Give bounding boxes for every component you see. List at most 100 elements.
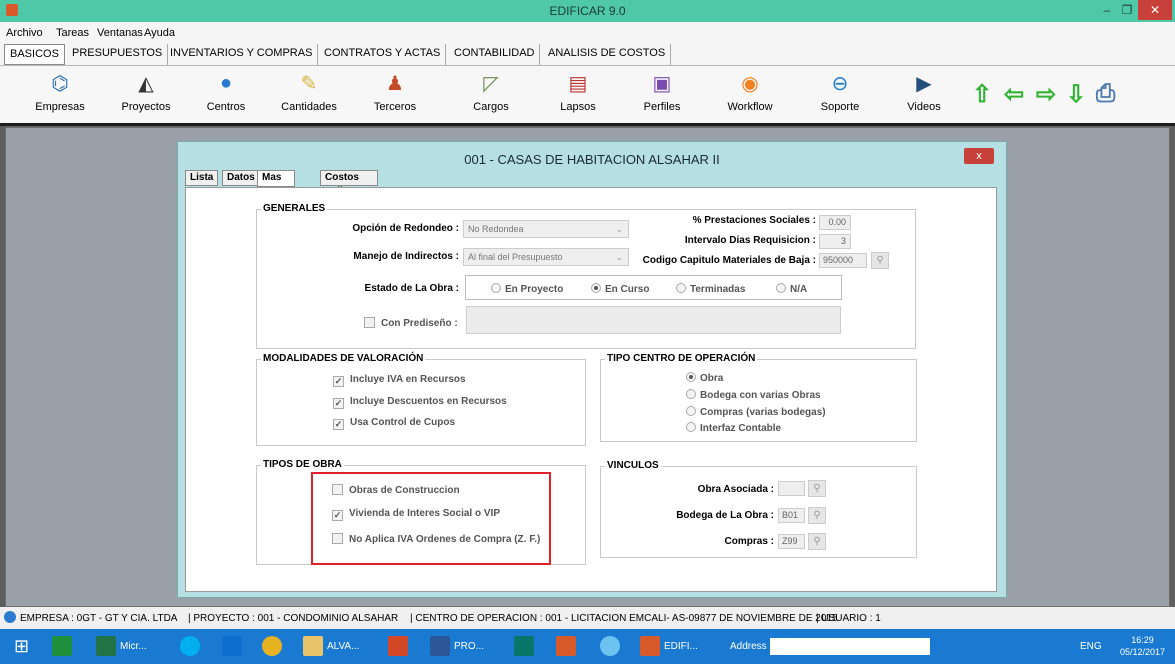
fox-icon[interactable] [556,632,580,661]
obra-asociada-field[interactable] [778,481,805,496]
publisher-icon[interactable] [514,632,538,661]
arrow-up-icon[interactable]: ⇧ [972,80,992,109]
tab-inventarios[interactable]: INVENTARIOS Y COMPRAS [165,44,319,65]
tool-perfiles[interactable]: ▣ Perfiles [622,70,702,114]
workflow-icon: ◉ [741,72,759,95]
tab-contabilidad[interactable]: CONTABILIDAD [449,44,541,65]
radio-na[interactable]: N/A [776,283,807,295]
menu-tareas[interactable]: Tareas [56,27,89,39]
tab-mas-datos[interactable]: Mas Datos [257,170,295,197]
taskbar: ⊞ Micr... ALVA... PRO... EDIFI... Addres… [0,629,1175,664]
radio-interfaz[interactable]: Interfaz Contable [686,422,781,434]
status-bar: EMPRESA : 0GT - GT Y CIA. LTDA | PROYECT… [0,607,1175,629]
dialog-close-button[interactable]: x [964,148,994,164]
radio-en-curso[interactable]: En Curso [591,283,649,295]
edificar-icon [640,636,660,657]
taskbar-edificar[interactable]: EDIFI... [640,632,698,661]
descuentos-checkbox[interactable]: ✓ Incluye Descuentos en Recursos [333,396,507,409]
control-cupos-checkbox[interactable]: ✓ Usa Control de Cupos [333,417,455,430]
arrow-left-icon[interactable]: ⇦ [1004,80,1024,109]
globe-icon [4,611,16,623]
arrow-down-icon[interactable]: ⇩ [1066,80,1086,109]
redondeo-label: Opción de Redondeo : [352,223,459,234]
search-icon[interactable]: ⚲ [808,533,826,550]
taskbar-folder[interactable]: ALVA... [303,632,359,661]
print-icon[interactable]: ⎙ [1096,80,1115,108]
windows-start-icon[interactable]: ⊞ [14,632,29,661]
address-input[interactable] [770,638,930,655]
tab-basicos[interactable]: BASICOS [4,44,65,65]
menu-ventanas[interactable]: Ventanas [97,27,143,39]
codigo-field[interactable]: 950000 [819,253,867,268]
tool-proyectos[interactable]: ◭ Proyectos [106,70,186,114]
prestaciones-field[interactable]: 0.00 [819,215,851,230]
skype-icon[interactable] [180,632,204,661]
menu-ayuda[interactable]: Ayuda [144,27,175,39]
tab-lista[interactable]: Lista [185,170,219,186]
dish-icon: ◸ [483,72,499,95]
menu-archivo[interactable]: Archivo [6,27,43,39]
ie-icon[interactable] [600,632,624,661]
indirectos-label: Manejo de Indirectos : [353,251,459,262]
project-dialog: 001 - CASAS DE HABITACION ALSAHAR II x L… [177,141,1007,598]
highlight-box [311,472,551,565]
radio-en-proyecto[interactable]: En Proyecto [491,283,563,295]
intervalo-field[interactable]: 3 [819,234,851,249]
tool-soporte[interactable]: ⊖ Soporte [800,70,880,114]
radio-bodega[interactable]: Bodega con varias Obras [686,389,821,401]
modalidades-title: MODALIDADES DE VALORACIÓN [261,353,426,364]
restore-button[interactable]: ❐ [1114,0,1140,20]
taskbar-word[interactable]: PRO... [430,632,484,661]
prediseno-checkbox[interactable]: Con Prediseño : [364,317,458,329]
tab-analisis[interactable]: ANALISIS DE COSTOS [543,44,672,65]
close-button[interactable]: ✕ [1138,0,1172,20]
store-icon[interactable] [52,632,76,661]
main-tabs: BASICOS PRESUPUESTOS INVENTARIOS Y COMPR… [0,42,1175,66]
chrome-icon[interactable] [262,632,286,661]
search-icon[interactable]: ⚲ [871,252,889,269]
status-usuario: | USUARIO : 1 [816,613,881,624]
status-centro: | CENTRO DE OPERACION : 001 - LICITACION… [410,613,838,624]
tab-presupuestos[interactable]: PRESUPUESTOS [67,44,169,65]
redondeo-select[interactable]: No Redondea ⌄ [463,220,629,238]
tab-contratos[interactable]: CONTRATOS Y ACTAS [319,44,447,65]
search-icon[interactable]: ⚲ [808,507,826,524]
status-empresa: EMPRESA : 0GT - GT Y CIA. LTDA [20,613,178,624]
compras-field[interactable]: Z99 [778,534,805,549]
powerpoint-icon[interactable] [388,632,412,661]
search-icon[interactable]: ⚲ [808,480,826,497]
globe-icon: ● [219,71,233,94]
tool-empresas[interactable]: ⌬ Empresas [20,70,100,114]
arrow-right-icon[interactable]: ⇨ [1036,80,1056,109]
support-icon: ⊖ [831,72,849,95]
prestaciones-label: % Prestaciones Sociales : [692,215,816,226]
tool-videos[interactable]: ▶ Videos [884,70,964,114]
tab-datos[interactable]: Datos [222,170,260,186]
building-icon: ◭ [138,72,154,95]
tipos-obra-title: TIPOS DE OBRA [261,459,344,470]
codigo-label: Codigo Capitulo Materiales de Baja : [642,255,816,266]
title-bar: EDIFICAR 9.0 – ❐ ✕ [0,0,1175,22]
status-proyecto: | PROYECTO : 001 - CONDOMINIO ALSAHAR [188,613,399,624]
bodega-field[interactable]: B01 [778,508,805,523]
language-indicator[interactable]: ENG [1080,632,1102,661]
tool-cantidades[interactable]: ✎ Cantidades [269,70,349,114]
tool-cargos[interactable]: ◸ Cargos [451,70,531,114]
tab-costos-indirectos[interactable]: Costos Indirectos [320,170,378,197]
radio-terminadas[interactable]: Terminadas [676,283,745,295]
radio-compras[interactable]: Compras (varias bodegas) [686,406,826,418]
clock[interactable]: 16:29 05/12/2017 [1120,634,1165,663]
prediseno-field[interactable] [466,306,841,334]
tool-lapsos[interactable]: ▤ Lapsos [538,70,618,114]
tool-terceros[interactable]: ♟ Terceros [355,70,435,114]
tipo-centro-title: TIPO CENTRO DE OPERACIÓN [605,353,758,364]
tool-workflow[interactable]: ◉ Workflow [710,70,790,114]
taskbar-excel[interactable]: Micr... [96,632,147,661]
satellite-icon: ⌬ [51,72,69,95]
tool-centros[interactable]: ● Centros [186,70,266,114]
iva-recursos-checkbox[interactable]: ✓ Incluye IVA en Recursos [333,374,466,387]
radio-obra[interactable]: Obra [686,372,723,384]
teamviewer-icon[interactable] [222,632,246,661]
indirectos-select[interactable]: Al final del Presupuesto ⌄ [463,248,629,266]
estado-label: Estado de La Obra : [364,283,459,294]
